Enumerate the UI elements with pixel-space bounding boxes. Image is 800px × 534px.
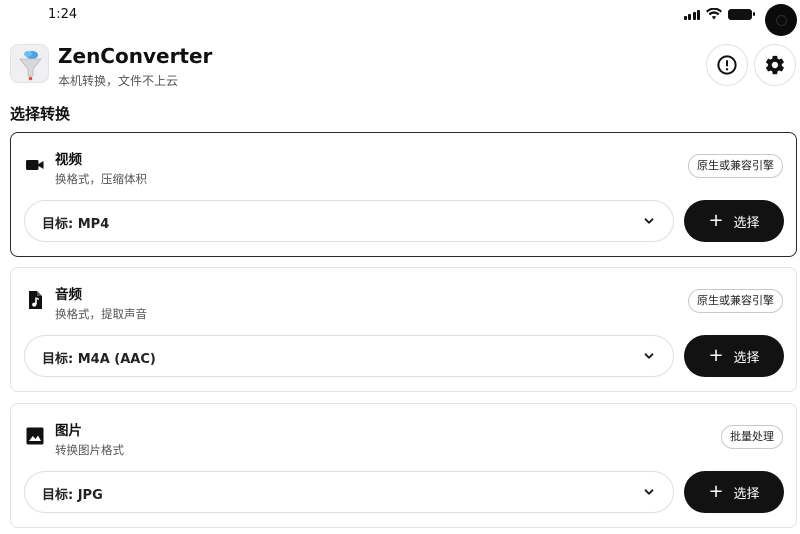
video-card[interactable]: 视频 换格式，压缩体积 原生或兼容引擎 目标: MP4 + 选择 — [10, 132, 797, 257]
choose-button-label: 选择 — [733, 486, 760, 502]
audio-file-icon — [25, 290, 45, 310]
card-description: 换格式，提取声音 — [55, 307, 147, 321]
app-title: ZenConverter — [58, 44, 213, 68]
video-camera-icon — [25, 155, 45, 175]
choose-button-label: 选择 — [733, 350, 760, 366]
card-title: 图片 — [55, 423, 82, 439]
engine-badge: 原生或兼容引擎 — [688, 154, 783, 178]
choose-button-label: 选择 — [733, 215, 760, 231]
app-logo-icon — [10, 44, 49, 83]
section-title: 选择转换 — [10, 105, 71, 123]
target-format-dropdown[interactable]: 目标: MP4 — [24, 200, 674, 242]
card-title: 视频 — [55, 152, 82, 168]
image-card[interactable]: 图片 转换图片格式 批量处理 目标: JPG + 选择 — [10, 403, 797, 528]
status-bar: 1:24 — [0, 0, 800, 36]
front-camera — [765, 4, 797, 36]
batch-badge: 批量处理 — [721, 425, 783, 449]
app-header: ZenConverter 本机转换，文件不上云 — [10, 44, 796, 88]
app-subtitle: 本机转换，文件不上云 — [58, 74, 179, 88]
target-format-label: 目标: M4A (AAC) — [42, 352, 156, 367]
target-format-dropdown[interactable]: 目标: JPG — [24, 471, 674, 513]
status-icons — [683, 8, 755, 20]
chevron-down-icon — [644, 489, 654, 495]
gear-icon — [765, 55, 784, 75]
chevron-down-icon — [644, 218, 654, 224]
card-description: 转换图片格式 — [55, 443, 124, 457]
choose-file-button[interactable]: + 选择 — [684, 335, 784, 377]
chevron-down-icon — [644, 353, 654, 359]
alert-circle-icon — [717, 55, 737, 75]
wifi-icon — [706, 8, 722, 20]
audio-card[interactable]: 音频 换格式，提取声音 原生或兼容引擎 目标: M4A (AAC) + 选择 — [10, 267, 797, 392]
engine-badge: 原生或兼容引擎 — [688, 289, 783, 313]
battery-icon — [728, 8, 755, 20]
card-title: 音频 — [55, 287, 82, 303]
choose-file-button[interactable]: + 选择 — [684, 200, 784, 242]
plus-icon: + — [708, 210, 724, 231]
target-format-label: 目标: JPG — [42, 488, 103, 503]
target-format-label: 目标: MP4 — [42, 217, 110, 232]
signal-icon — [683, 9, 700, 20]
card-description: 换格式，压缩体积 — [55, 172, 147, 186]
target-format-dropdown[interactable]: 目标: M4A (AAC) — [24, 335, 674, 377]
settings-button[interactable] — [754, 44, 796, 86]
choose-file-button[interactable]: + 选择 — [684, 471, 784, 513]
image-icon — [25, 426, 45, 446]
status-time: 1:24 — [48, 7, 78, 22]
plus-icon: + — [708, 481, 724, 502]
info-button[interactable] — [706, 44, 748, 86]
plus-icon: + — [708, 345, 724, 366]
